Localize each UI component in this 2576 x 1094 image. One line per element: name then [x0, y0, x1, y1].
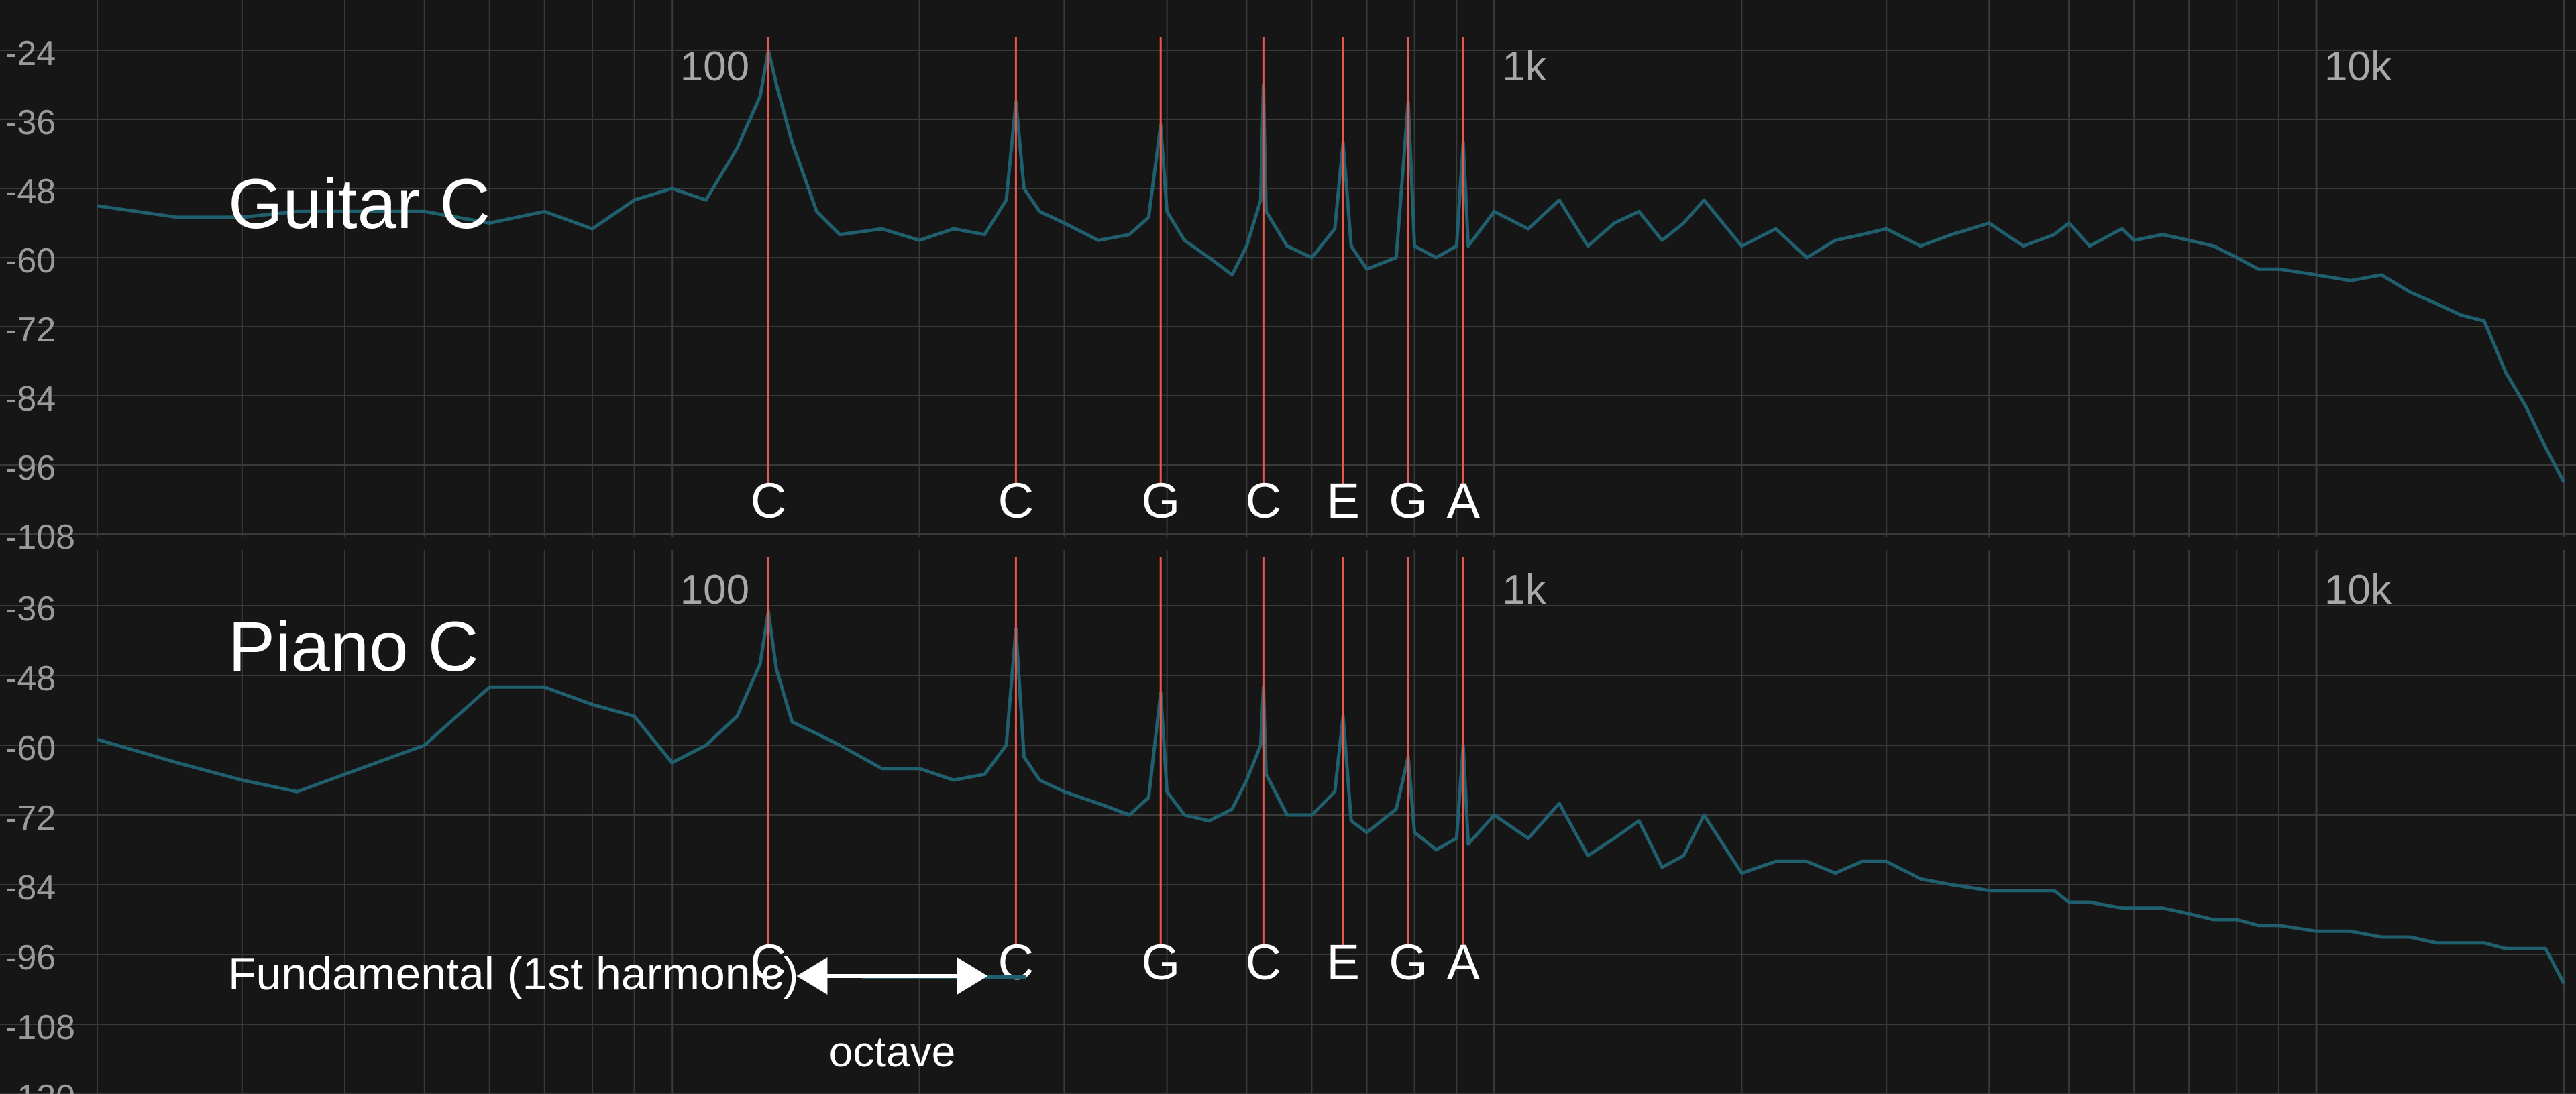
harmonic-note-label: G [1141, 934, 1180, 990]
harmonic-note-label: C [998, 934, 1034, 990]
x-tick-label: 10k [2324, 44, 2392, 90]
y-tick-label: -24 [5, 34, 56, 73]
y-tick-label: -48 [5, 172, 56, 211]
y-tick-label: -36 [5, 590, 56, 628]
harmonic-note-label: C [751, 473, 786, 529]
harmonic-note-label: E [1326, 934, 1359, 990]
y-tick-label: -84 [5, 380, 56, 419]
panel-title: Guitar C [228, 165, 490, 243]
chart-canvas: -24 -36 -48 -60 -72 -84 -96 -108 100 1k 10k Guitar … [0, 0, 2576, 1094]
y-tick-label: -60 [5, 729, 56, 768]
x-tick-label: 100 [680, 44, 749, 90]
spectrum-panel-1: -24-36-48-60-72-84-96-108100 1k 10kGuitar … [0, 0, 2576, 557]
y-tick-label: -36 [5, 103, 56, 142]
y-tick-label: -72 [5, 799, 56, 838]
panel-title: Piano C [228, 608, 479, 686]
y-tick-label: -108 [5, 1008, 75, 1047]
x-tick-label: 100 [680, 567, 749, 613]
harmonic-note-label: G [1389, 934, 1428, 990]
y-tick-label: -84 [5, 869, 56, 908]
harmonic-note-label: C [998, 473, 1034, 529]
y-tick-label: -48 [5, 659, 56, 698]
y-tick-label: -96 [5, 449, 56, 488]
y-tick-label: -60 [5, 241, 56, 280]
y-tick-label: -96 [5, 938, 56, 977]
spectrum-comparison: -24 -36 -48 -60 -72 -84 -96 -108 100 1k 10k Guitar … [0, 0, 2576, 1094]
octave-label: octave [829, 1028, 956, 1076]
harmonic-note-label: A [1447, 934, 1481, 990]
y-tick-label: -120 [5, 1078, 75, 1094]
spectrum-panel-2: -36 -48 -60 -72 -84 -96 -108 -120 100 1k 10k Piano … [0, 550, 2576, 1094]
x-tick-label: 10k [2324, 567, 2392, 613]
legend-label: Fundamental (1st harmonic) [228, 948, 798, 999]
harmonic-note-label: C [1246, 934, 1281, 990]
harmonic-note-label: E [1326, 473, 1359, 529]
harmonic-note-label: G [1389, 473, 1428, 529]
harmonic-note-label: C [1246, 473, 1281, 529]
x-tick-label: 1k [1502, 44, 1546, 90]
x-tick-label: 1k [1502, 567, 1546, 613]
y-tick-label: -72 [5, 311, 56, 349]
harmonic-note-label: A [1447, 473, 1481, 529]
harmonic-note-label: G [1141, 473, 1180, 529]
